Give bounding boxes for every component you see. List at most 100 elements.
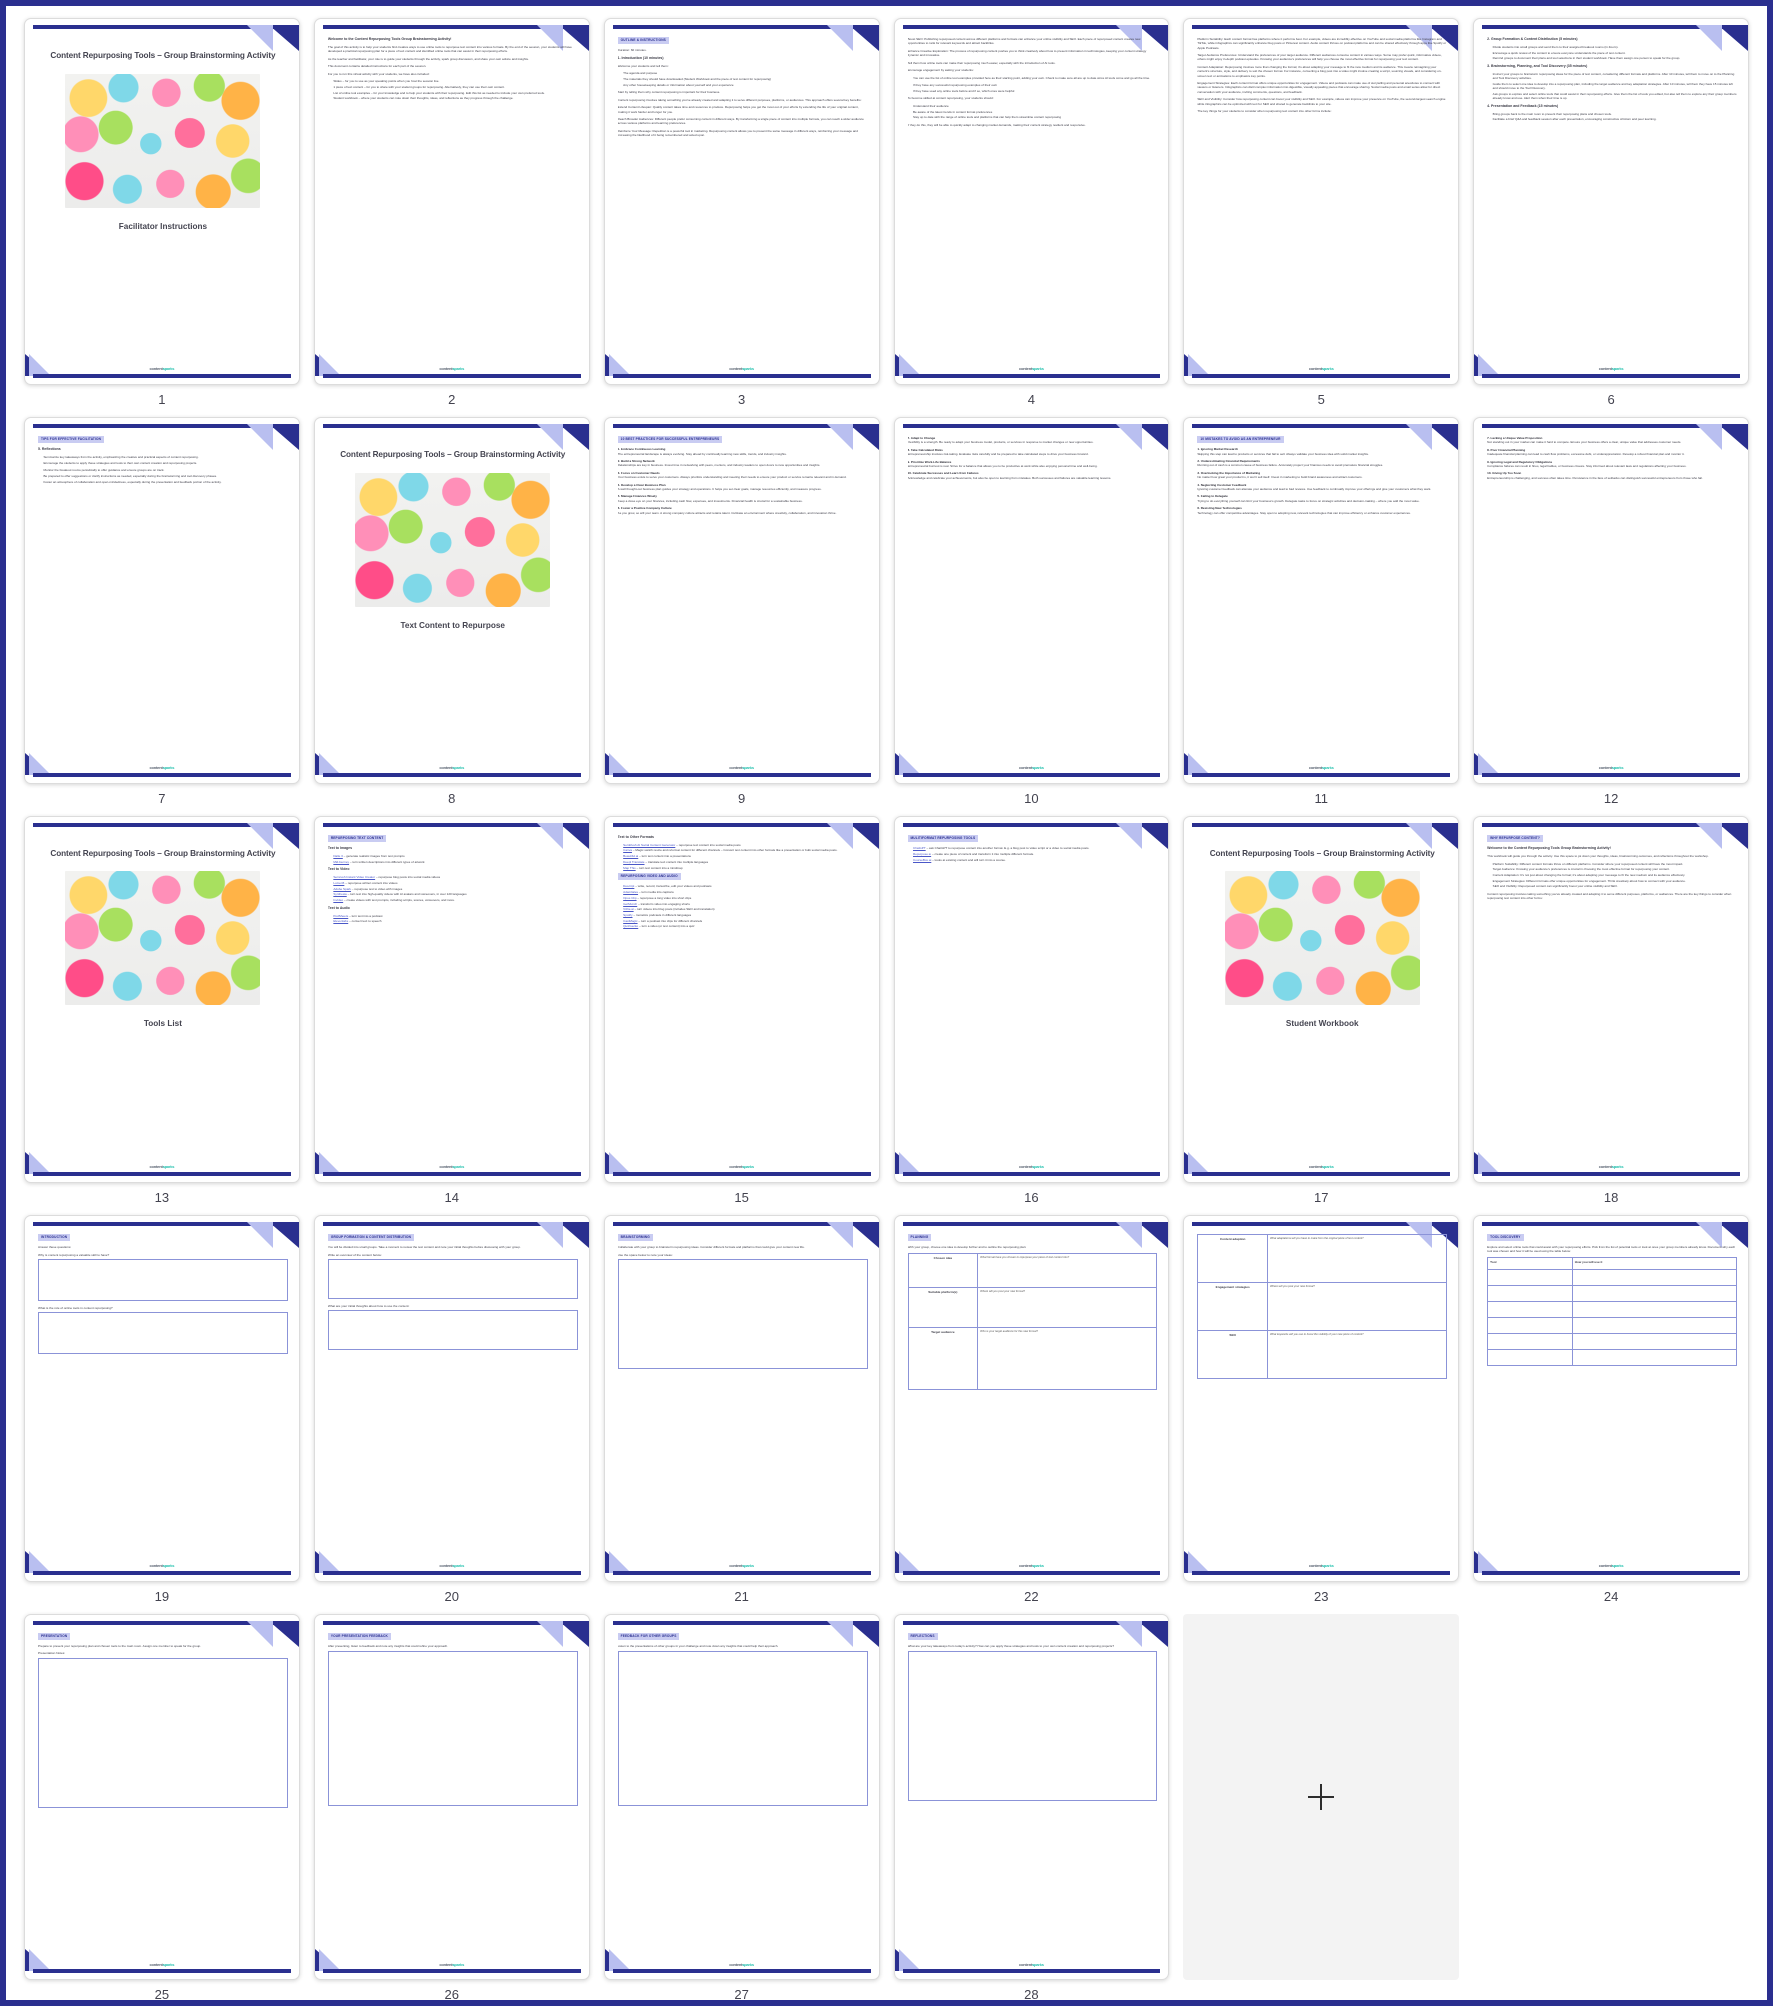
tool-link[interactable]: Map This [623, 866, 635, 870]
tool-cell[interactable] [1487, 1268, 1573, 1286]
page-thumbnail[interactable]: REFLECTIONS What are your key takeaways f… [893, 1613, 1170, 1981]
page-thumbnail-cell[interactable]: Content Repurposing Tools – Group Brains… [24, 18, 300, 407]
tool-link[interactable]: GetMunch [623, 902, 637, 906]
page-thumbnail[interactable]: MULITIFORMAT REPURPOSING TOOLS ChatGPT – … [893, 815, 1170, 1183]
page-thumbnail-cell[interactable]: BRAINSTORMING Collaborate with your group… [603, 1214, 880, 1604]
tool-link[interactable]: Adamliales [623, 890, 638, 894]
page-thumbnail-cell[interactable]: GROUP FORMATION & CONTENT DISTRIBUTION Yo… [313, 1214, 590, 1604]
page-thumbnail-cell[interactable]: TIPS FOR EFFECTIVE FACILITATION 5. Reflec… [24, 416, 300, 806]
page-thumbnail[interactable]: Content Repurposing Tools – Group Brains… [24, 815, 300, 1183]
page-thumbnail-cell[interactable]: Content Repurposing Tools – Group Brains… [24, 815, 300, 1205]
usage-cell[interactable] [1571, 1284, 1737, 1302]
add-page-button[interactable] [1183, 1613, 1460, 1981]
answer-textarea[interactable] [617, 1258, 868, 1369]
row-answer-cell[interactable]: Where will you post your new format? [1266, 1281, 1448, 1331]
tool-link[interactable]: SemRush AI Social Content Generator [623, 843, 675, 847]
row-answer-cell[interactable]: Where will you post your new format? [977, 1286, 1158, 1328]
page-thumbnail-cell[interactable]: YOUR PRESENTATION FEEDBACK After presenti… [313, 1613, 590, 2003]
page-thumbnail[interactable]: 7. Lacking a Unique Value Proposition Not… [1473, 416, 1749, 784]
page-thumbnail[interactable]: TIPS FOR EFFECTIVE FACILITATION 5. Reflec… [24, 416, 300, 784]
page-thumbnail-cell[interactable]: 7. Lacking a Unique Value Proposition Not… [1473, 416, 1749, 806]
page-thumbnail[interactable]: FEEDBACK FOR OTHER GROUPS Listen to the p… [603, 1613, 880, 1981]
add-page-cell[interactable] [1183, 1613, 1460, 2003]
page-thumbnail[interactable]: 7. Adapt to Change Flexibility is a stren… [893, 416, 1170, 784]
page-thumbnail[interactable]: Content Repurposing Tools – Group Brains… [313, 416, 590, 784]
usage-cell[interactable] [1571, 1332, 1737, 1350]
tool-link[interactable]: Semrush Instant Video Creator [333, 875, 375, 879]
page-thumbnail[interactable]: 10 BEST PRACTICES FOR SUCCESSFUL ENTREPR… [603, 416, 880, 784]
tool-cell[interactable] [1487, 1300, 1573, 1318]
page-thumbnail[interactable]: Content adaption What adaptations will yo… [1183, 1214, 1460, 1582]
page-thumbnail-cell[interactable]: Text to Other Formats SemRush AI Social C… [603, 815, 880, 1205]
page-thumbnail[interactable]: Content Repurposing Tools – Group Brains… [24, 18, 300, 385]
tool-cell[interactable] [1487, 1348, 1573, 1366]
tool-link[interactable]: Vizlie.ai [623, 907, 633, 911]
page-thumbnail-cell[interactable]: Platform Suitability: Each content forma… [1183, 18, 1460, 407]
answer-textarea[interactable] [38, 1657, 288, 1808]
tool-link[interactable]: Beautiful.ai [623, 854, 638, 858]
page-thumbnail[interactable]: GROUP FORMATION & CONTENT DISTRIBUTION Yo… [313, 1214, 590, 1582]
page-thumbnail-cell[interactable]: 10 BEST PRACTICES FOR SUCCESSFUL ENTREPR… [603, 416, 880, 806]
usage-cell[interactable] [1571, 1316, 1737, 1334]
page-thumbnail-cell[interactable]: Content Repurposing Tools – Group Brains… [1183, 815, 1460, 1205]
page-thumbnail[interactable]: YOUR PRESENTATION FEEDBACK After presenti… [313, 1613, 590, 1981]
page-thumbnail-cell[interactable]: 7. Adapt to Change Flexibility is a stren… [893, 416, 1170, 806]
row-answer-cell[interactable]: What keywords will you use to boost the … [1266, 1329, 1448, 1379]
tool-link[interactable]: Descript [623, 884, 634, 888]
page-thumbnail-cell[interactable]: 10 MISTAKES TO AVOID AS AN ENTREPRENEUR 1… [1183, 416, 1460, 806]
page-thumbnail-cell[interactable]: FEEDBACK FOR OTHER GROUPS Listen to the p… [603, 1613, 880, 2002]
tool-link[interactable]: CourseBox.ai [913, 858, 931, 862]
row-answer-cell[interactable]: What format have you chosen to repurpose… [977, 1252, 1158, 1288]
tool-cell[interactable] [1487, 1332, 1573, 1350]
page-thumbnail[interactable]: OUTLINE & INSTRUCTIONS Duration: 60 minut… [603, 18, 880, 385]
page-thumbnail[interactable]: TOOL DISCOVERY Explore and select online … [1473, 1214, 1749, 1582]
answer-textarea[interactable] [907, 1651, 1158, 1802]
tool-link[interactable]: Opus Clip [623, 896, 636, 900]
page-thumbnail-cell[interactable]: 2. Group Formation & Content Distributio… [1473, 18, 1749, 407]
page-thumbnail[interactable]: Content Repurposing Tools – Group Brains… [1183, 815, 1460, 1183]
page-thumbnail[interactable]: WHY REPURPOSE CONTENT? Welcome to the Con… [1473, 815, 1749, 1183]
tool-link[interactable]: Elevenlabs [333, 919, 348, 923]
tool-link[interactable]: Spotify [623, 913, 632, 917]
tool-link[interactable]: Adobe Spark [333, 887, 351, 891]
tool-link[interactable]: ChatGPT [913, 846, 926, 850]
answer-textarea[interactable] [327, 1651, 578, 1807]
tool-link[interactable]: Invideo [333, 898, 343, 902]
page-thumbnail[interactable]: REPURPOSING TEXT CONTENT Text to Images Da… [313, 815, 590, 1183]
answer-textarea[interactable] [38, 1312, 288, 1355]
page-thumbnail[interactable]: 2. Group Formation & Content Distributio… [1473, 18, 1749, 385]
usage-cell[interactable] [1571, 1300, 1737, 1318]
usage-cell[interactable] [1571, 1268, 1737, 1286]
page-thumbnail-cell[interactable]: MULITIFORMAT REPURPOSING TOOLS ChatGPT – … [893, 815, 1170, 1205]
tool-link[interactable]: QuizGecko [623, 924, 638, 928]
page-thumbnail-cell[interactable]: Boost SEO: Publishing repurposed content… [893, 18, 1170, 407]
tool-link[interactable]: Lumen5 [333, 881, 344, 885]
page-thumbnail-cell[interactable]: REFLECTIONS What are your key takeaways f… [893, 1613, 1170, 2003]
tool-link[interactable]: Repurpose.io [913, 852, 931, 856]
tool-link[interactable]: Canva [623, 848, 632, 852]
page-thumbnail[interactable]: PRESENTATION Prepare to present your repu… [24, 1613, 300, 1981]
page-thumbnail[interactable]: INTRODUCTION Answer these questions: Why i… [24, 1214, 300, 1582]
page-thumbnail-cell[interactable]: Content Repurposing Tools – Group Brains… [313, 416, 590, 806]
page-thumbnail-cell[interactable]: WHY REPURPOSE CONTENT? Welcome to the Con… [1473, 815, 1749, 1205]
page-thumbnail[interactable]: Text to Other Formats SemRush AI Social C… [603, 815, 880, 1183]
tool-link[interactable]: Deepl Translate [623, 860, 644, 864]
page-thumbnail-cell[interactable]: REPURPOSING TEXT CONTENT Text to Images Da… [313, 815, 590, 1205]
answer-textarea[interactable] [327, 1310, 578, 1351]
page-thumbnail[interactable]: 10 MISTAKES TO AVOID AS AN ENTREPRENEUR 1… [1183, 416, 1460, 784]
tool-link[interactable]: CastMagic [623, 919, 637, 923]
tool-link[interactable]: MidJourney [333, 860, 349, 864]
tool-cell[interactable] [1487, 1284, 1573, 1302]
row-answer-cell[interactable]: Who is your target audience for this new… [977, 1326, 1158, 1390]
answer-textarea[interactable] [38, 1258, 288, 1301]
page-thumbnail[interactable]: Platform Suitability: Each content forma… [1183, 18, 1460, 385]
usage-cell[interactable] [1571, 1348, 1737, 1366]
page-thumbnail[interactable]: Welcome to the Content Repurposing Tools… [313, 18, 590, 385]
tool-link[interactable]: Dalle 3 [333, 854, 342, 858]
answer-textarea[interactable] [617, 1651, 868, 1807]
tool-cell[interactable] [1487, 1316, 1573, 1334]
page-thumbnail-cell[interactable]: Welcome to the Content Repurposing Tools… [313, 18, 590, 407]
tool-link[interactable]: Synthesia [333, 892, 346, 896]
page-thumbnail-cell[interactable]: PLANNING With your group, choose one idea… [893, 1214, 1170, 1604]
page-thumbnail-cell[interactable]: TOOL DISCOVERY Explore and select online … [1473, 1214, 1749, 1604]
